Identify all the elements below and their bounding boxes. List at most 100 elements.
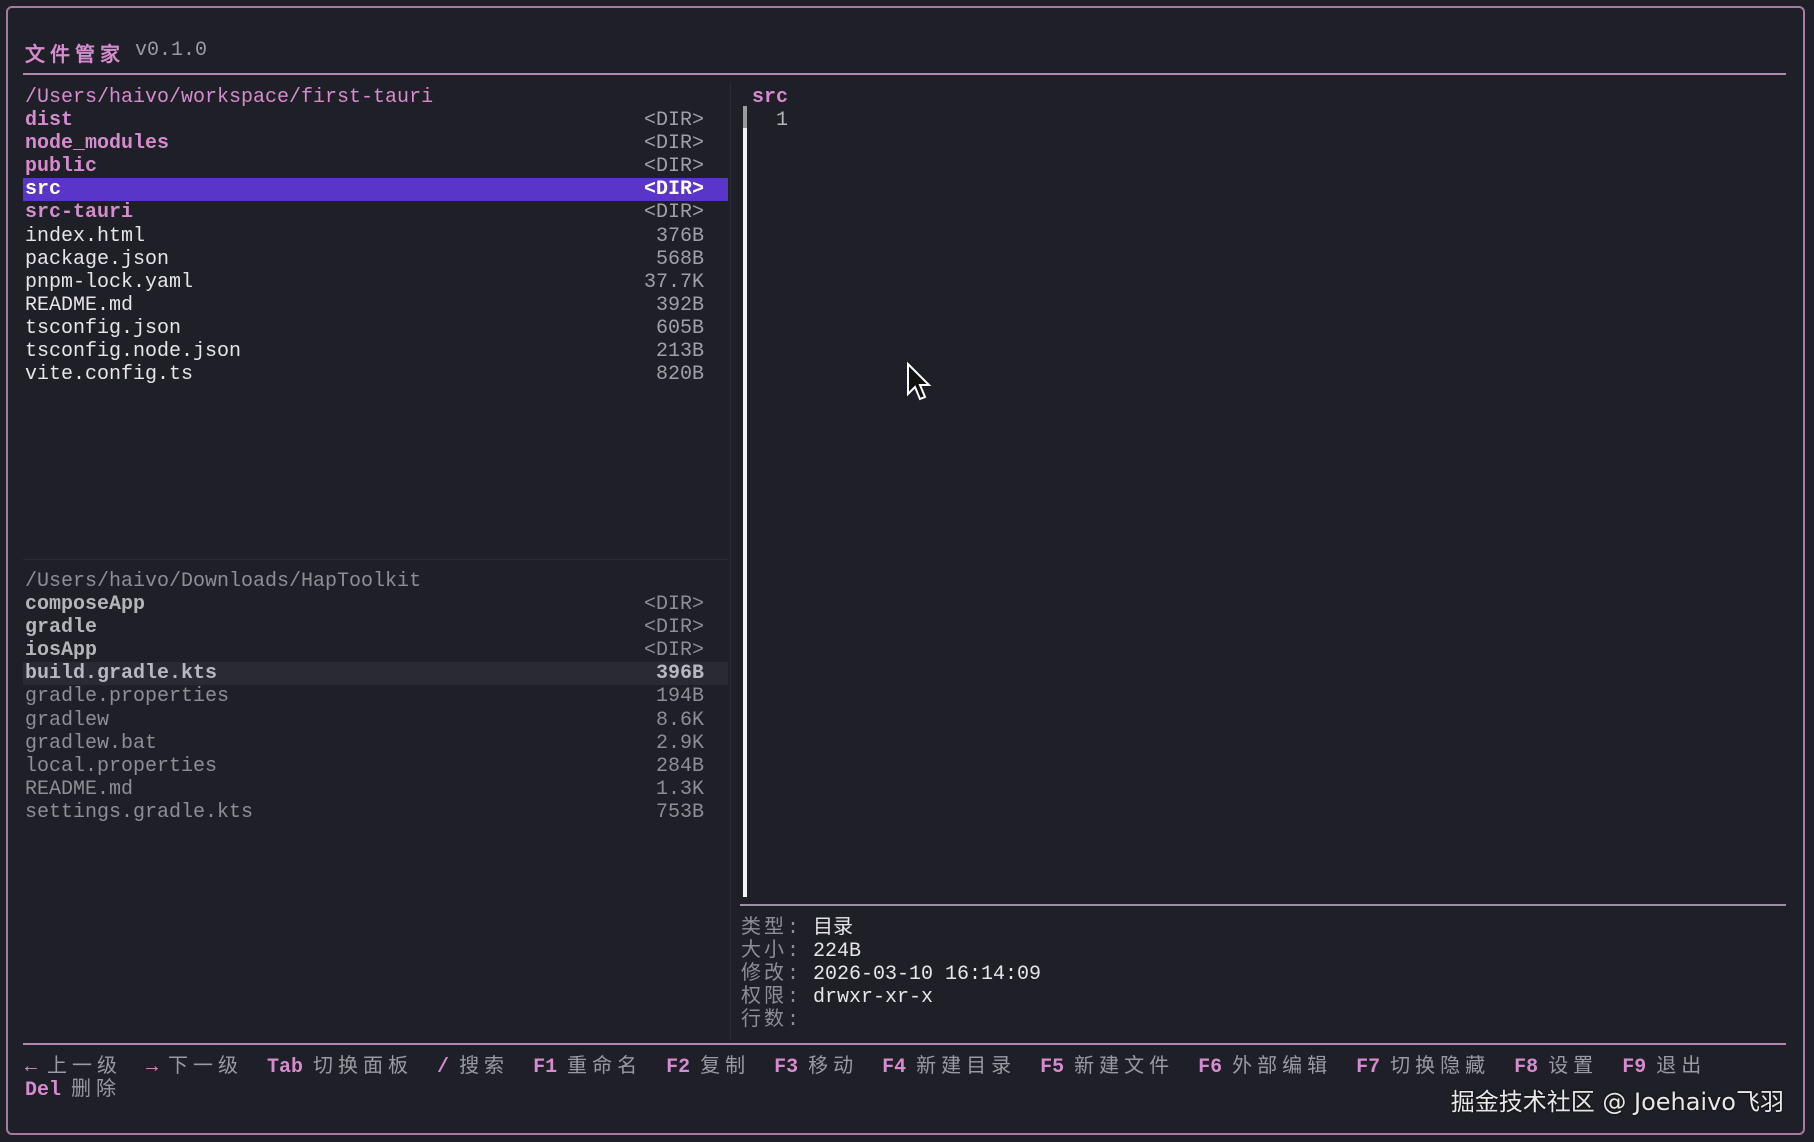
entry-name: node_modules <box>25 132 170 156</box>
entry-name: src <box>25 178 62 202</box>
file-row[interactable]: build.gradle.kts 396B <box>23 662 728 686</box>
shortcut-label: 切换面板 <box>313 1056 414 1079</box>
entry-size: 568B <box>655 247 704 271</box>
entry-size: 376B <box>655 224 704 248</box>
entry-name: settings.gradle.kts <box>25 800 254 824</box>
entry-size: 605B <box>655 316 704 340</box>
right-file-pane[interactable]: /Users/haivo/Downloads/HapToolkit compos… <box>23 570 728 824</box>
entry-size: 213B <box>655 340 704 364</box>
entry-name: index.html <box>25 224 146 248</box>
entry-name: gradle.properties <box>25 685 230 709</box>
entry-name: gradlew.bat <box>25 731 158 755</box>
entry-size: <DIR> <box>643 593 704 617</box>
entry-size: 396B <box>655 662 704 686</box>
file-row[interactable]: pnpm-lock.yaml 37.7K <box>23 271 728 294</box>
directory-row[interactable]: src <DIR> <box>23 178 728 202</box>
shortcut-label: 新建文件 <box>1074 1056 1175 1079</box>
file-row[interactable]: package.json 568B <box>23 248 728 271</box>
directory-row[interactable]: node_modules <DIR> <box>23 132 728 155</box>
info-modified: 修改: 2026-03-10 16:14:09 <box>741 963 1042 987</box>
entry-size: 820B <box>655 363 704 387</box>
shortcut-item: F7 切换隐藏 <box>1356 1056 1490 1079</box>
mouse-cursor-icon <box>907 362 932 401</box>
directory-row[interactable]: dist <DIR> <box>23 109 728 132</box>
shortcut-item: Tab 切换面板 <box>267 1056 413 1079</box>
shortcut-key: F6 <box>1198 1056 1223 1079</box>
shortcut-item: F6 外部编辑 <box>1198 1056 1332 1079</box>
shortcut-item: / 搜索 <box>437 1056 509 1079</box>
preview-divider <box>740 904 1786 906</box>
shortcut-item: F4 新建目录 <box>882 1056 1016 1079</box>
shortcut-key: → <box>146 1056 159 1079</box>
shortcut-key: F4 <box>882 1056 907 1079</box>
scrollbar-thumb[interactable] <box>743 106 747 128</box>
shortcut-key: F5 <box>1040 1056 1065 1079</box>
left-file-pane[interactable]: /Users/haivo/workspace/first-tauri dist <… <box>23 86 728 386</box>
shortcut-key: F8 <box>1514 1056 1539 1079</box>
shortcut-key: Del <box>25 1079 62 1103</box>
directory-row[interactable]: iosApp <DIR> <box>23 639 728 662</box>
shortcut-item: F1 重命名 <box>533 1056 642 1079</box>
entry-name: tsconfig.node.json <box>25 340 242 364</box>
entry-size: 284B <box>655 754 704 778</box>
entry-name: gradlew <box>25 708 110 732</box>
info-panel: 类型: 目录 大小: 224B 修改: 2026-03-10 16:14:09 权限:… <box>741 917 1041 1032</box>
file-row[interactable]: index.html 376B <box>23 225 728 248</box>
shortcut-label: 搜索 <box>459 1056 510 1079</box>
file-row[interactable]: gradlew 8.6K <box>23 709 728 732</box>
preview-line-number: 1 <box>776 109 789 132</box>
entry-size: 194B <box>655 685 704 709</box>
shortcut-item: Del 删除 <box>25 1079 121 1102</box>
shortcut-label: 下一级 <box>168 1056 244 1079</box>
shortcut-label: 设置 <box>1548 1056 1599 1079</box>
entry-size: 2.9K <box>655 731 704 755</box>
file-row[interactable]: tsconfig.node.json 213B <box>23 340 728 363</box>
entry-size: <DIR> <box>643 109 704 133</box>
entry-name: tsconfig.json <box>25 316 182 340</box>
file-row[interactable]: vite.config.ts 820B <box>23 363 728 386</box>
shortcut-item: F2 复制 <box>666 1056 750 1079</box>
entry-name: composeApp <box>25 593 146 617</box>
header-divider <box>23 73 1786 75</box>
entry-size: 1.3K <box>655 777 704 801</box>
shortcut-label: 退出 <box>1656 1056 1707 1079</box>
shortcut-label: 外部编辑 <box>1232 1056 1333 1079</box>
info-lines: 行数: <box>741 1009 803 1033</box>
directory-row[interactable]: composeApp <DIR> <box>23 593 728 616</box>
shortcut-item: → 下一级 <box>146 1056 243 1079</box>
shortcut-label: 移动 <box>808 1056 859 1079</box>
preview-scrollbar[interactable] <box>743 106 747 897</box>
entry-name: gradle <box>25 616 98 640</box>
footer-divider <box>23 1043 1786 1045</box>
shortcut-label: 删除 <box>71 1079 122 1103</box>
shortcut-item: F5 新建文件 <box>1040 1056 1174 1079</box>
shortcut-key: F1 <box>533 1056 558 1079</box>
file-row[interactable]: README.md 1.3K <box>23 778 728 801</box>
entry-size: <DIR> <box>643 639 704 663</box>
entry-name: local.properties <box>25 754 218 778</box>
entry-size: 37.7K <box>643 270 704 294</box>
shortcut-label: 上一级 <box>47 1056 123 1079</box>
file-row[interactable]: local.properties 284B <box>23 755 728 778</box>
entry-size: <DIR> <box>643 201 704 225</box>
file-row[interactable]: settings.gradle.kts 753B <box>23 801 728 824</box>
file-row[interactable]: gradlew.bat 2.9K <box>23 732 728 755</box>
file-row[interactable]: tsconfig.json 605B <box>23 317 728 340</box>
entry-size: <DIR> <box>643 132 704 156</box>
entry-name: README.md <box>25 777 134 801</box>
file-row[interactable]: README.md 392B <box>23 294 728 317</box>
directory-row[interactable]: public <DIR> <box>23 155 728 178</box>
entry-size: 8.6K <box>655 708 704 732</box>
entry-name: vite.config.ts <box>25 363 194 387</box>
entry-name: build.gradle.kts <box>25 662 218 686</box>
entry-size: 753B <box>655 800 704 824</box>
shortcut-item: ← 上一级 <box>25 1056 122 1079</box>
directory-row[interactable]: src-tauri <DIR> <box>23 201 728 224</box>
directory-row[interactable]: gradle <DIR> <box>23 616 728 639</box>
shortcut-key: Tab <box>267 1056 304 1079</box>
file-row[interactable]: gradle.properties 194B <box>23 685 728 708</box>
shortcut-label: 新建目录 <box>916 1056 1017 1079</box>
shortcut-key: F7 <box>1356 1056 1381 1079</box>
shortcut-key: ← <box>25 1056 38 1079</box>
shortcut-label: 复制 <box>700 1056 751 1079</box>
